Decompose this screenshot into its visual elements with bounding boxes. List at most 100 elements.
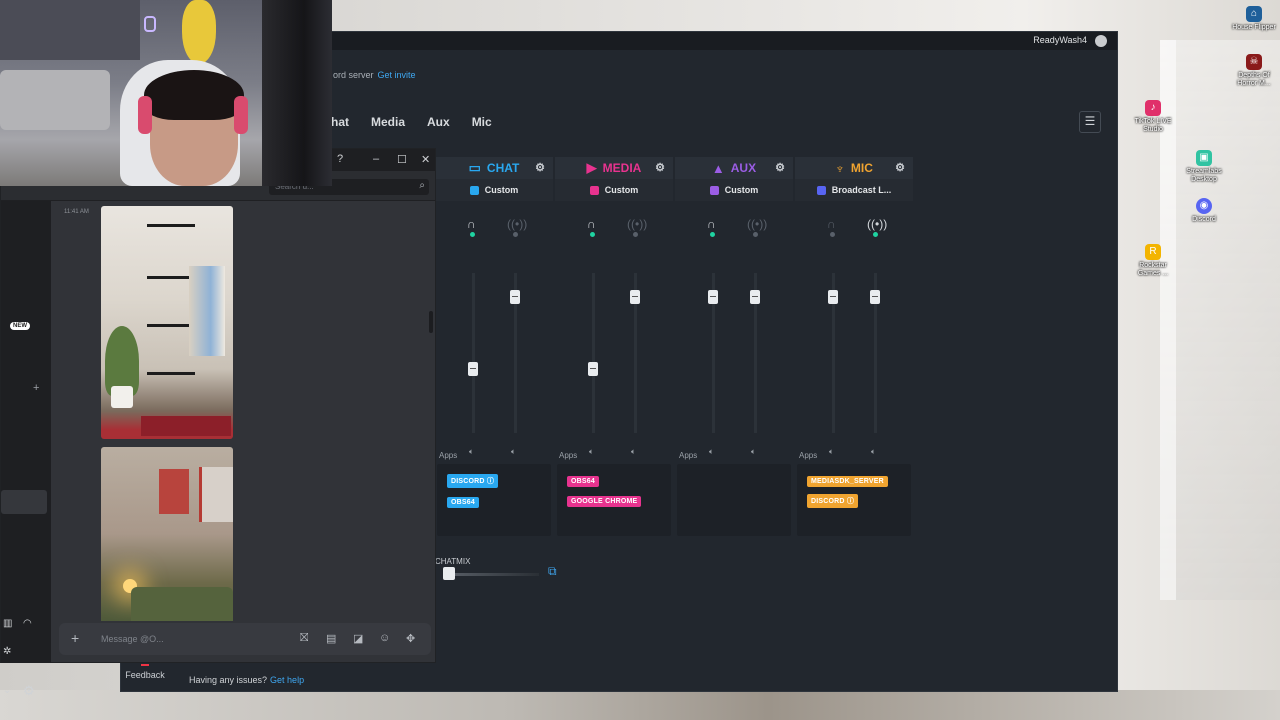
app-chip[interactable]: GOOGLE CHROME [567,496,642,507]
mute-speaker-icon[interactable]: 🔈︎ [751,447,756,457]
app-chip[interactable]: OBS64 [567,476,599,487]
desktop-icon-area: ⌂ House Flipper ☠ Depths Of Horror M... … [1130,0,1280,300]
tab-chat[interactable]: hat [331,115,349,129]
broadcast-icon[interactable]: ((•)) [507,217,527,231]
stream-volume-handle[interactable] [630,290,640,304]
desktop-icon-rockstar[interactable]: R Rockstar Games ... [1128,244,1178,278]
channel-preset[interactable]: Broadcast L... [795,179,913,201]
chatmix-slider-handle[interactable] [443,567,455,580]
desktop-icon-label: House Flipper [1232,24,1276,31]
mute-speaker-icon[interactable]: 🔈︎ [829,447,834,457]
webcam-detail [138,96,152,134]
desktop-icon-label: Discord [1192,216,1216,223]
get-help-link[interactable]: Get help [270,675,304,685]
desktop-icon-house-flipper[interactable]: ⌂ House Flipper [1229,6,1279,32]
headphone-volume-handle[interactable] [468,362,478,376]
maximize-button[interactable]: ☐ [397,153,407,166]
apps-label: Apps [799,451,818,460]
photo-detail [111,386,133,408]
webcam-detail [182,0,216,64]
headphone-volume-handle[interactable] [588,362,598,376]
headphone-volume-track[interactable] [592,273,595,433]
channel-preset[interactable]: Custom [675,179,793,201]
tab-aux[interactable]: Aux [427,115,450,129]
headphone-icon[interactable]: ∩ [587,217,596,231]
desktop-icon-label: Depths Of Horror M... [1237,72,1271,87]
message-timestamp: 11:41 AM [64,209,89,215]
chatmix-settings-icon[interactable]: ⧉ [548,564,557,579]
create-dm-icon[interactable]: + [33,382,39,394]
headphone-icon[interactable]: ∩ [827,217,836,231]
broadcast-icon[interactable]: ((•)) [627,217,647,231]
user-avatar[interactable] [1095,35,1107,47]
tab-mic[interactable]: Mic [472,115,492,129]
stream-volume-handle[interactable] [750,290,760,304]
gear-icon[interactable]: ⚙ [895,161,905,174]
preset-label: Custom [484,185,519,195]
apps-label: Apps [679,451,698,460]
headphone-icon[interactable]: ∩ [707,217,716,231]
headphone-volume-track[interactable] [472,273,475,433]
channel-preset[interactable]: Custom [435,179,553,201]
gear-icon[interactable]: ⚙ [775,161,785,174]
webcam-detail [262,0,332,186]
mute-speaker-icon[interactable]: 🔈︎ [709,447,714,457]
mute-speaker-icon[interactable]: 🔈︎ [631,447,636,457]
selected-dm-item[interactable] [1,490,47,514]
gear-icon[interactable]: ⚙ [535,161,545,174]
photo-detail [189,266,225,356]
chatmix-slider-track[interactable] [443,573,539,576]
broadcast-icon[interactable]: ((•)) [747,217,767,231]
shared-photo-room[interactable] [101,447,233,621]
close-button[interactable]: ✕ [421,153,430,166]
mute-speaker-icon[interactable]: 🔈︎ [871,447,876,457]
app-chip[interactable]: OBS64 [447,497,479,508]
headphone-volume-handle[interactable] [828,290,838,304]
emoji-icon[interactable]: ☺ [379,632,390,644]
desktop-icon-depths-of-horror[interactable]: ☠ Depths Of Horror M... [1229,54,1279,88]
desktop-icon-discord[interactable]: ◉ Discord [1179,198,1229,224]
channel-faders: ∩ ((•)) 🔈︎ 🔈︎ [555,201,673,456]
shared-photo-closet[interactable] [101,206,233,439]
app-chip[interactable]: MEDIASDK_SERVER [807,476,888,487]
app-chip[interactable]: DISCORD ⓘ [807,494,859,508]
broadcast-icon[interactable]: ((•)) [867,217,887,231]
mute-speaker-icon[interactable]: 🔈︎ [469,447,474,457]
message-placeholder: Message @O... [101,634,164,644]
feedback-button[interactable]: Feedback [121,664,169,691]
stream-volume-handle[interactable] [510,290,520,304]
get-invite-link[interactable]: Get invite [378,70,416,80]
desktop-floor [0,690,1280,720]
photo-detail [147,324,195,327]
headphone-volume-handle[interactable] [708,290,718,304]
channel-preset[interactable]: Custom [555,179,673,201]
minimize-button[interactable]: – [373,153,379,165]
headphone-icon[interactable]: ∩ [467,217,476,231]
attach-plus-icon[interactable]: + [71,630,79,646]
sticker-icon[interactable]: ◪ [353,632,363,645]
mute-speaker-icon[interactable]: 🔈︎ [511,447,516,457]
username-label[interactable]: ReadyWash4 [1033,35,1087,45]
streamlabs-icon: ▣ [1196,150,1212,166]
gift-icon[interactable]: ⛝ [300,632,308,645]
depths-of-horror-icon: ☠ [1246,54,1262,70]
channel-chat: ▭ CHAT ⚙ Custom ∩ ((•)) 🔈︎ 🔈︎ Apps DISCO… [435,157,553,545]
channel-name: MEDIA [602,161,642,175]
help-icon[interactable]: ? [337,153,343,165]
desktop-icon-tiktok-live[interactable]: ♪ TikTok LIVE Studio [1128,100,1178,134]
headset-icon[interactable]: ◠ [23,618,32,629]
chevron-down-icon[interactable]: ⌄ [3,685,11,696]
app-chip[interactable]: DISCORD ⓘ [447,474,499,488]
stream-volume-handle[interactable] [870,290,880,304]
chat-scrollbar[interactable] [429,311,433,333]
menu-button[interactable]: ☰ [1079,111,1101,133]
gif-icon[interactable]: ▤ [326,632,336,645]
gear-icon[interactable]: ⚙ [655,161,665,174]
activity-icon[interactable]: ✲ [3,646,11,657]
message-input[interactable]: + Message @O... ⛝ ▤ ◪ ☺ ✥ [59,623,431,655]
mute-speaker-icon[interactable]: 🔈︎ [589,447,594,457]
tab-media[interactable]: Media [371,115,405,129]
gear-icon[interactable]: ⚙ [23,683,35,699]
desktop-icon-streamlabs[interactable]: ▣ Streamlabs Desktop [1179,150,1229,184]
apps-icon[interactable]: ✥ [406,632,415,645]
